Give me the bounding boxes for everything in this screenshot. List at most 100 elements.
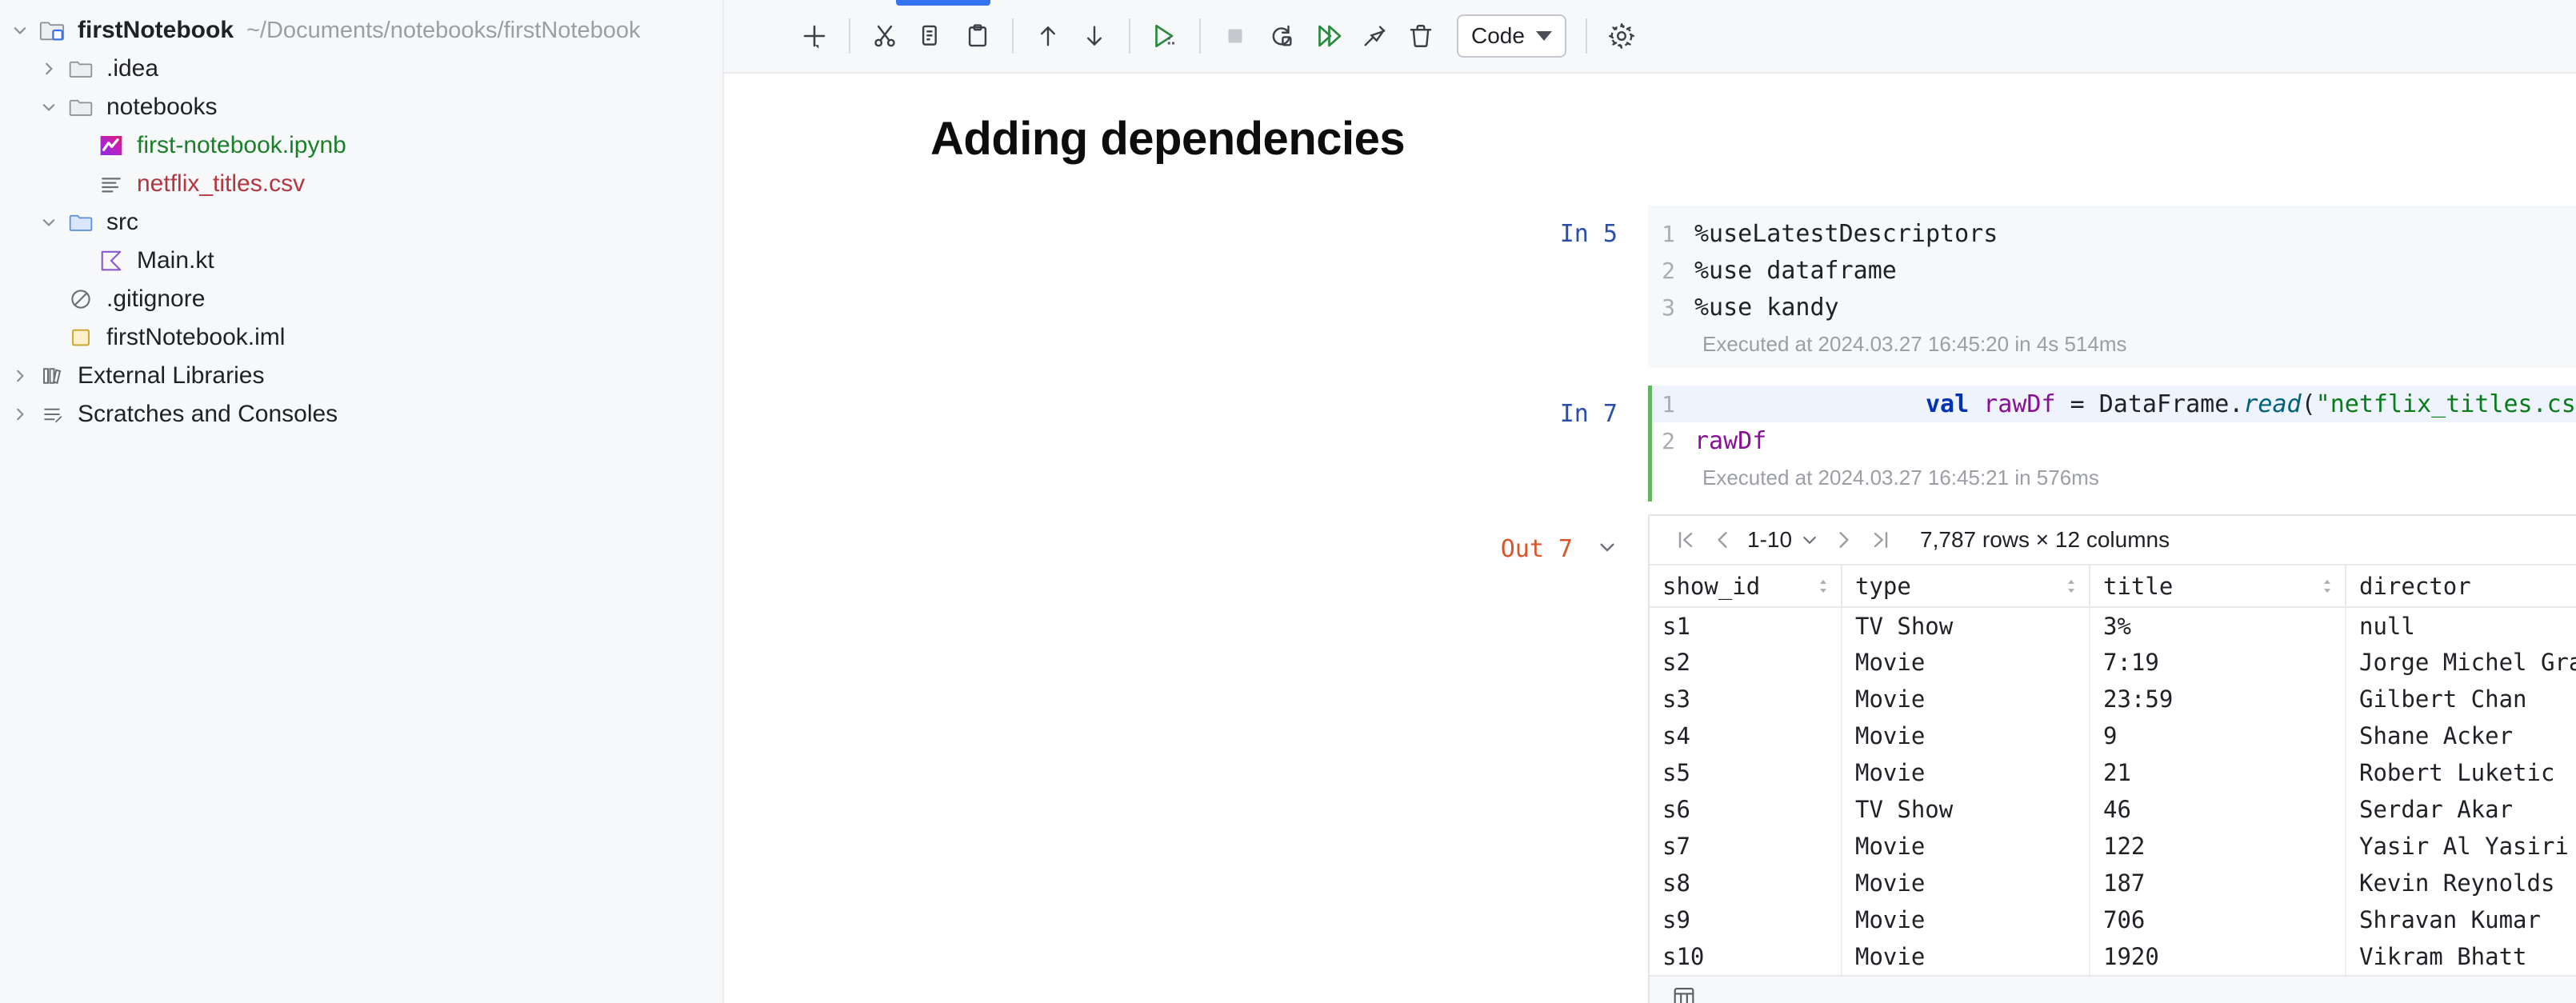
notebook-cell-in-7[interactable]: In 7 1 val rawDf = DataFrame.read("netfl…: [724, 386, 2576, 502]
run-cell-icon[interactable]: [1142, 13, 1188, 59]
tree-item-gitignore[interactable]: .gitignore: [0, 280, 722, 318]
paste-icon[interactable]: [954, 13, 1001, 59]
column-header-director[interactable]: director: [2346, 565, 2576, 608]
dataframe-table[interactable]: show_id type title director cast country…: [1650, 565, 2576, 975]
table-cell-title: 46: [2090, 791, 2346, 828]
table-cell-show_id: s7: [1650, 828, 1842, 865]
table-cell-director: Vikram Bhatt: [2346, 938, 2576, 975]
folder-icon: [64, 56, 98, 82]
table-row[interactable]: s4Movie9Shane AckerElijah Wood, John C. …: [1650, 717, 2576, 754]
table-header-row: show_id type title director cast country…: [1650, 565, 2576, 608]
table-row[interactable]: s10Movie1920Vikram BhattRajneesh Duggal,…: [1650, 938, 2576, 975]
cell-type-select[interactable]: Code: [1457, 14, 1566, 58]
tree-item-main-kt[interactable]: Main.kt: [0, 242, 722, 280]
gear-icon[interactable]: [1598, 13, 1645, 59]
line-number: 2: [1662, 427, 1675, 454]
tree-item-label: .idea: [106, 55, 159, 82]
gitignore-icon: [64, 287, 98, 311]
markdown-heading[interactable]: Adding dependencies: [724, 74, 2576, 166]
table-cell-director: Serdar Akar: [2346, 791, 2576, 828]
run-all-icon[interactable]: [1305, 13, 1351, 59]
sort-icon[interactable]: [2065, 578, 2078, 594]
table-row[interactable]: s7Movie122Yasir Al YasiriAmina Khalil, A…: [1650, 828, 2576, 865]
chevron-right-icon[interactable]: [5, 367, 35, 385]
notebook-toolbar: Code Managed: Kotlin: [724, 0, 2576, 74]
chevron-right-icon[interactable]: [34, 60, 64, 78]
output-prompt-label: Out 7: [1500, 535, 1573, 563]
page-range-selector[interactable]: 1-10: [1747, 527, 1819, 553]
column-header-type[interactable]: type: [1842, 565, 2090, 608]
project-root-path: ~/Documents/notebooks/firstNotebook: [246, 17, 641, 43]
table-cell-type: Movie: [1842, 865, 2090, 901]
line-number: 3: [1662, 294, 1675, 321]
table-cell-director: Shane Acker: [2346, 717, 2576, 754]
table-cell-title: 706: [2090, 901, 2346, 938]
cell-prompt-gutter: In 5: [724, 206, 1648, 368]
column-label: title: [2103, 572, 2174, 600]
folder-icon: [64, 210, 98, 235]
table-cell-show_id: s2: [1650, 644, 1842, 681]
table-cell-director: null: [2346, 607, 2576, 644]
delete-cell-icon[interactable]: [1398, 13, 1444, 59]
collapse-output-icon[interactable]: [1597, 535, 1618, 557]
cell-prompt-label: In 5: [1559, 220, 1618, 248]
table-row[interactable]: s1TV Show3%nullJoão Miguel, Bianca Compa…: [1650, 607, 2576, 644]
table-row[interactable]: s8Movie187Kevin ReynoldsSamuel L. Jackso…: [1650, 865, 2576, 901]
tree-item-notebooks[interactable]: notebooks: [0, 88, 722, 126]
table-cell-director: Kevin Reynolds: [2346, 865, 2576, 901]
cut-icon[interactable]: [862, 13, 908, 59]
first-page-icon[interactable]: [1667, 521, 1704, 558]
table-row[interactable]: s3Movie23:59Gilbert ChanTedd Chan, Stell…: [1650, 681, 2576, 717]
tree-item-idea[interactable]: .idea: [0, 50, 722, 88]
tree-item-external-libraries[interactable]: External Libraries: [0, 357, 722, 395]
table-row[interactable]: s6TV Show46Serdar AkarErdal Beşikçioğlu,…: [1650, 791, 2576, 828]
tree-item-scratches-and-consoles[interactable]: Scratches and Consoles: [0, 395, 722, 434]
tree-item-src[interactable]: src: [0, 203, 722, 242]
editor-area: Code Managed: Kotlin: [724, 0, 2576, 1003]
move-up-icon[interactable]: [1025, 13, 1071, 59]
table-cell-show_id: s4: [1650, 717, 1842, 754]
table-cell-title: 23:59: [2090, 681, 2346, 717]
table-cell-title: 122: [2090, 828, 2346, 865]
copy-icon[interactable]: [908, 13, 954, 59]
tree-item-first-notebook-ipynb[interactable]: first-notebook.ipynb: [0, 126, 722, 165]
interrupt-icon[interactable]: [1212, 13, 1258, 59]
tree-item-project-root[interactable]: firstNotebook ~/Documents/notebooks/firs…: [0, 11, 722, 50]
notebook-scroll-area[interactable]: Analyzing... Adding dependencies In 5 1 …: [724, 74, 2576, 1003]
table-cell-title: 3%: [2090, 607, 2346, 644]
previous-page-icon[interactable]: [1704, 521, 1741, 558]
chevron-down-icon[interactable]: [5, 22, 35, 39]
sort-icon[interactable]: [1817, 578, 1830, 594]
chevron-right-icon[interactable]: [5, 406, 35, 423]
next-page-icon[interactable]: [1826, 521, 1862, 558]
code-line-text: %useLatestDescriptors: [1694, 219, 1998, 248]
move-down-icon[interactable]: [1071, 13, 1118, 59]
tree-item-label: Scratches and Consoles: [78, 401, 338, 427]
library-icon: [35, 364, 69, 388]
last-page-icon[interactable]: [1862, 521, 1899, 558]
tree-item-netflix-titles-csv[interactable]: netflix_titles.csv: [0, 165, 722, 203]
clear-outputs-icon[interactable]: [1351, 13, 1398, 59]
code-editor-active[interactable]: 1 val rawDf = DataFrame.read("netflix_ti…: [1648, 386, 2576, 502]
table-view-icon[interactable]: [1670, 983, 1698, 1003]
iml-file-icon: [64, 326, 98, 350]
table-cell-show_id: s9: [1650, 901, 1842, 938]
restart-kernel-icon[interactable]: [1258, 13, 1305, 59]
dataframe-summary: 7,787 rows × 12 columns: [1920, 527, 2170, 552]
column-header-title[interactable]: title: [2090, 565, 2346, 608]
column-header-show_id[interactable]: show_id: [1650, 565, 1842, 608]
sort-icon[interactable]: [2321, 578, 2334, 594]
table-row[interactable]: s9Movie706Shravan KumarDivya Dutta, Atul…: [1650, 901, 2576, 938]
notebook-cell-out-7: Out 7 1-10 7,787 rows × 12 columns show_…: [724, 514, 2576, 1003]
table-cell-type: Movie: [1842, 828, 2090, 865]
code-editor[interactable]: 1 %useLatestDescriptors 2 %use dataframe…: [1648, 206, 2576, 368]
toolbar-divider: [1129, 18, 1130, 54]
table-row[interactable]: s5Movie21Robert LuketicJim Sturgess, Kev…: [1650, 754, 2576, 791]
tree-item-iml[interactable]: firstNotebook.iml: [0, 318, 722, 357]
chevron-down-icon[interactable]: [34, 98, 64, 116]
chevron-down-icon[interactable]: [34, 214, 64, 231]
table-row[interactable]: s2Movie7:19Jorge Michel GrauDemián Bichi…: [1650, 644, 2576, 681]
add-cell-icon[interactable]: [791, 13, 838, 59]
notebook-cell-in-5[interactable]: In 5 1 %useLatestDescriptors 2 %use data…: [724, 206, 2576, 368]
table-cell-show_id: s6: [1650, 791, 1842, 828]
